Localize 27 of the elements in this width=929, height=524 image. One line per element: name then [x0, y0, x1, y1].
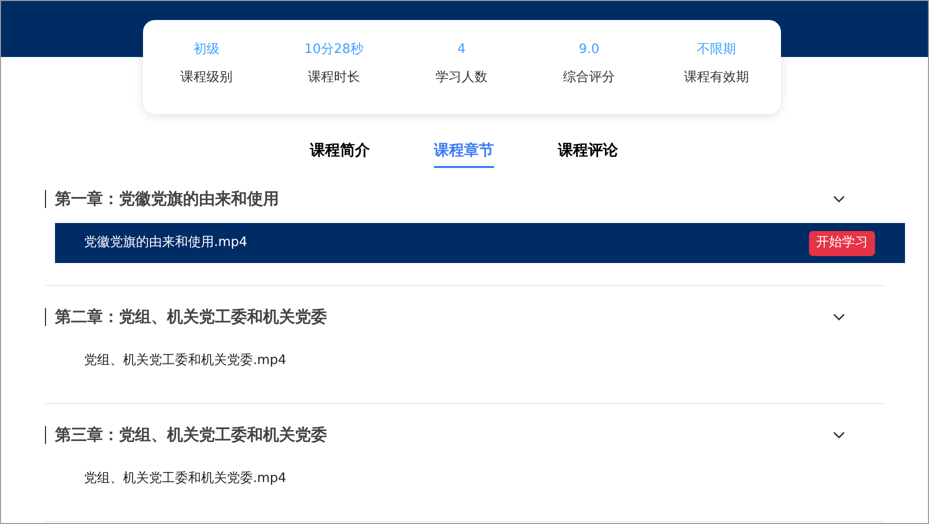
chapter-marker: [45, 308, 46, 326]
chevron-icon[interactable]: [833, 431, 845, 439]
chapter-marker: [45, 190, 46, 208]
chevron-icon[interactable]: [833, 195, 845, 203]
stat-label: 学习人数: [435, 70, 488, 86]
chevron-icon[interactable]: [833, 313, 845, 321]
tab[interactable]: 课程简介: [310, 140, 370, 168]
chapter-marker: [45, 426, 46, 444]
lesson-title: 党组、机关党工委和机关党委.mp4: [84, 352, 286, 370]
stat-value: 不限期: [697, 42, 736, 58]
lesson-title: 党徽党旗的由来和使用.mp4: [84, 234, 248, 252]
stat-value: 初级: [193, 42, 220, 58]
start-learning-button[interactable]: 开始学习: [809, 230, 875, 256]
tab[interactable]: 课程评论: [558, 140, 618, 168]
stat-value: 9.0: [578, 42, 600, 58]
stat-label: 课程有效期: [684, 70, 750, 86]
stat-value: 4: [457, 42, 466, 58]
tab[interactable]: 课程章节: [434, 140, 494, 168]
lesson-row[interactable]: 党徽党旗的由来和使用.mp4 开始学习: [55, 223, 905, 263]
stat-label: 课程时长: [308, 70, 360, 86]
chapter-title: 第二章：党组、机关党工委和机关党委: [55, 306, 327, 328]
chapter-title: 第一章：党徽党旗的由来和使用: [55, 188, 279, 210]
lesson-title: 党组、机关党工委和机关党委.mp4: [84, 470, 286, 488]
stat-label: 课程级别: [180, 70, 232, 86]
stat-label: 综合评分: [563, 70, 616, 86]
chapter-title: 第三章：党组、机关党工委和机关党委: [55, 424, 327, 446]
stat-value: 10分28秒: [304, 42, 364, 58]
